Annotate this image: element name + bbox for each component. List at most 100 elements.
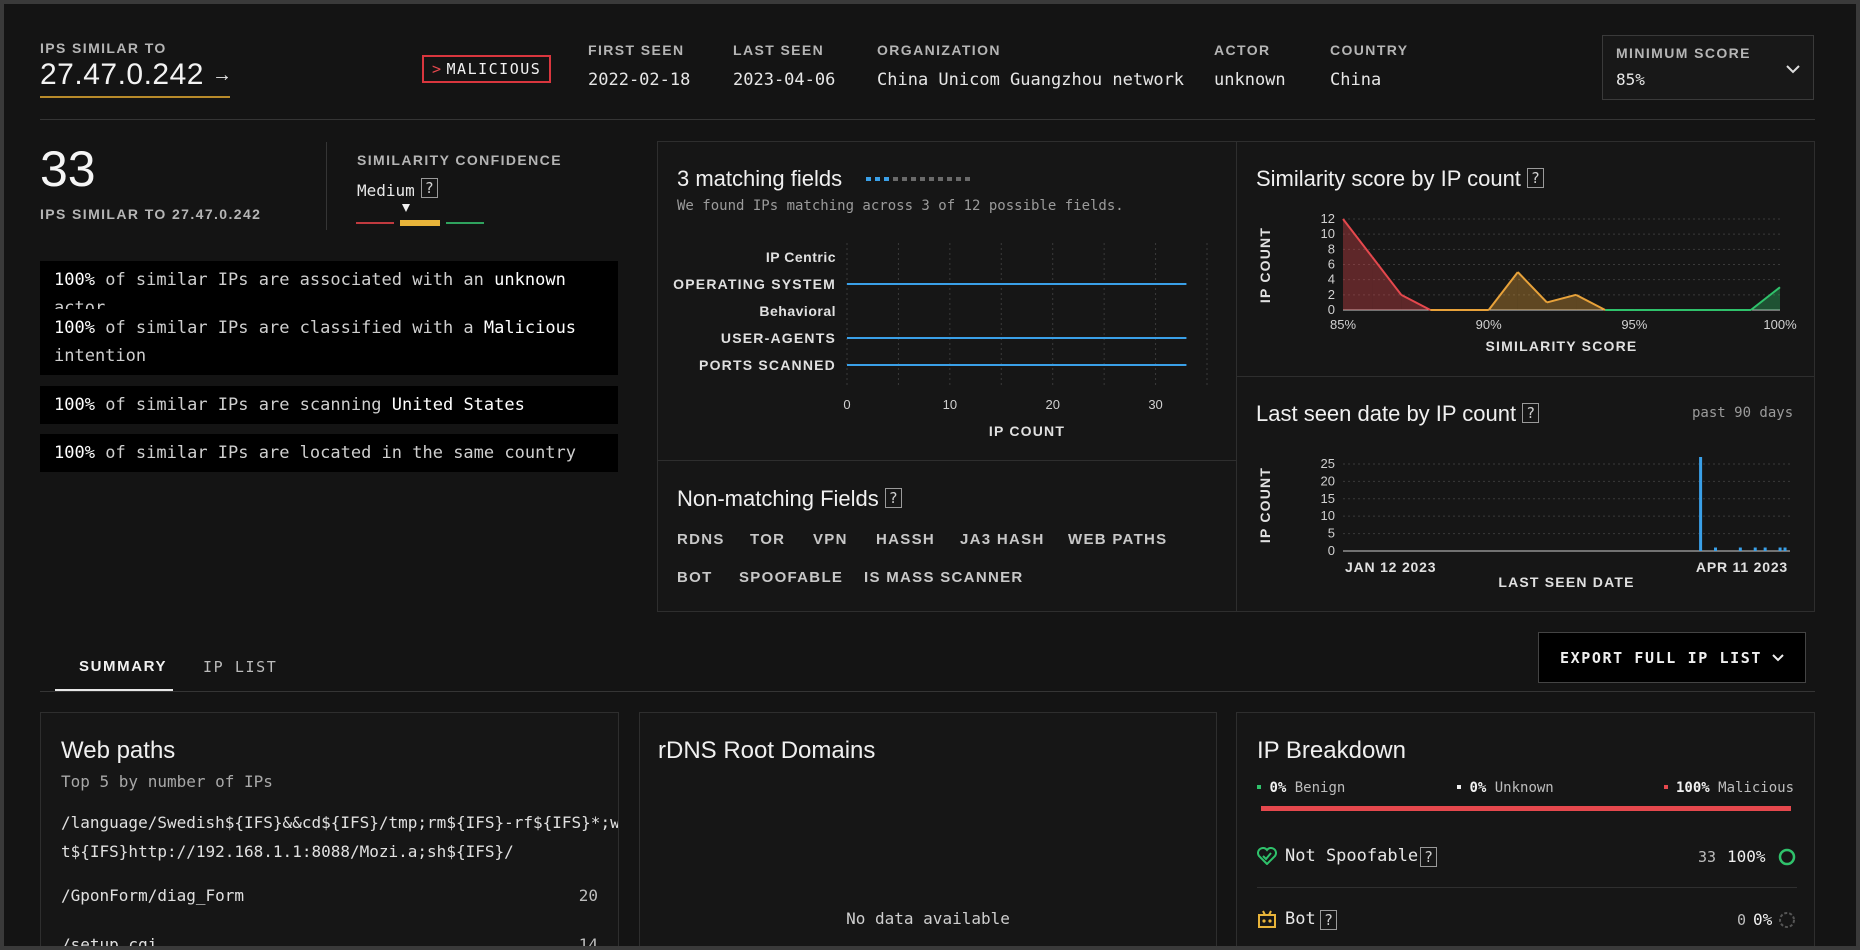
y-tick-label: 5	[1328, 526, 1335, 541]
y-tick-label: 20	[1321, 473, 1335, 488]
actor-value: unknown	[1214, 70, 1286, 90]
not-spoofable-label: Not Spoofable	[1285, 846, 1418, 866]
target-ip: 27.47.0.242	[40, 58, 204, 92]
export-ip-list-button[interactable]: EXPORT FULL IP LIST	[1538, 632, 1806, 683]
benign-pct: 0%	[1269, 780, 1286, 796]
chevron-down-icon	[1786, 64, 1800, 74]
stat-emphasis: unknown	[494, 270, 566, 290]
category-label: USER-AGENTS	[721, 330, 836, 346]
stat-pct: 100%	[54, 318, 95, 338]
category-label: OPERATING SYSTEM	[673, 276, 836, 292]
unmatched-field-dot	[956, 177, 961, 181]
tab-ip-list[interactable]: IP LIST	[203, 658, 277, 676]
non-matching-field: JA3 HASH	[960, 531, 1045, 548]
unmatched-field-dot	[965, 177, 970, 181]
unmatched-field-dot	[929, 177, 934, 181]
organization-value: China Unicom Guangzhou network	[877, 70, 1184, 90]
matching-fields-dots	[866, 175, 981, 183]
malicious-bar-fill	[1261, 806, 1791, 811]
minimum-score-select[interactable]: MINIMUM SCORE 85%	[1602, 35, 1814, 100]
last-seen-title-text: Last seen date by IP count	[1256, 401, 1516, 426]
stat-row: 100% of similar IPs are classified with …	[40, 309, 618, 375]
x-tick-label: 100%	[1763, 317, 1797, 332]
y-tick-label: 0	[1328, 543, 1335, 558]
similarity-confidence-label: SIMILARITY CONFIDENCE	[357, 152, 562, 168]
malicious-legend: 100% Malicious	[1664, 780, 1794, 796]
category-label: Behavioral	[759, 303, 836, 319]
malicious-dot-icon	[1664, 785, 1668, 789]
web-path-item[interactable]: /GponForm/diag_Form	[61, 886, 244, 905]
not-spoofable-row[interactable]: Not Spoofable ? 33 100%	[1257, 843, 1797, 879]
minimum-score-label: MINIMUM SCORE	[1616, 45, 1751, 61]
organization-label: ORGANIZATION	[877, 42, 1001, 58]
rdns-card: rDNS Root Domains No data available	[639, 712, 1217, 950]
benign-legend: 0% Benign	[1257, 780, 1345, 796]
tab-summary[interactable]: SUMMARY	[79, 658, 167, 675]
unmatched-field-dot	[893, 177, 898, 181]
non-matching-title-text: Non-matching Fields	[677, 486, 879, 511]
matching-fields-title: 3 matching fields	[677, 166, 842, 192]
web-path-item[interactable]: /setup.cgi	[61, 935, 157, 950]
progress-ring-icon	[1778, 911, 1796, 929]
non-matching-field: WEB PATHS	[1068, 531, 1167, 548]
bar	[1739, 548, 1742, 551]
bar	[1754, 548, 1757, 551]
web-path-item[interactable]: /language/Swedish${IFS}&&cd${IFS}/tmp;rm…	[61, 808, 619, 866]
x-tick-label: 90%	[1476, 317, 1502, 332]
non-matching-title: Non-matching Fields?	[677, 486, 902, 512]
category-label: PORTS SCANNED	[699, 357, 836, 373]
not-spoofable-pct: 100%	[1727, 847, 1766, 866]
stat-text: of similar IPs are associated with an	[105, 270, 484, 290]
stat-row: 100% of similar IPs are scanning United …	[40, 386, 618, 424]
similarity-score-title-text: Similarity score by IP count	[1256, 166, 1521, 191]
help-icon[interactable]: ?	[421, 178, 438, 198]
unmatched-field-dot	[911, 177, 916, 181]
country-label: COUNTRY	[1330, 42, 1409, 58]
first-seen-label: FIRST SEEN	[588, 42, 684, 58]
stat-text: of similar IPs are classified with a	[105, 318, 473, 338]
x-tick-label: APR 11 2023	[1696, 559, 1788, 575]
x-axis-title: IP COUNT	[989, 423, 1065, 439]
arrow-right-icon: →	[212, 64, 232, 87]
stat-pct: 100%	[54, 395, 95, 415]
x-tick-label: 30	[1148, 397, 1162, 412]
not-spoofable-count: 33	[1698, 848, 1716, 866]
export-button-label: EXPORT FULL IP LIST	[1560, 649, 1762, 667]
help-icon[interactable]: ?	[1420, 847, 1437, 867]
target-ip-underline	[40, 96, 230, 98]
help-icon[interactable]: ?	[1522, 403, 1539, 423]
tabs-divider	[40, 691, 1815, 692]
help-icon[interactable]: ?	[1320, 910, 1337, 930]
confidence-low-segment	[356, 222, 394, 224]
confidence-text: Medium	[357, 181, 415, 200]
x-axis-title: SIMILARITY SCORE	[1486, 338, 1638, 354]
confidence-meter	[356, 202, 486, 228]
matched-field-dot	[875, 177, 880, 181]
y-tick-label: 10	[1321, 508, 1335, 523]
x-tick-label: 20	[1045, 397, 1059, 412]
x-tick-label: 85%	[1330, 317, 1356, 332]
bot-row[interactable]: Bot ? 0 0%	[1257, 906, 1797, 942]
stat-text: of similar IPs are scanning	[105, 395, 381, 415]
area-segment	[1547, 295, 1576, 310]
non-matching-field: RDNS	[677, 531, 725, 548]
target-ip-link[interactable]: 27.47.0.242 →	[40, 58, 232, 92]
breakdown-bar	[1261, 806, 1791, 811]
stat-pct: 100%	[54, 270, 95, 290]
classification-badge: >MALICIOUS	[422, 55, 551, 83]
chevron-right-icon: >	[432, 60, 443, 78]
non-matching-field: BOT	[677, 569, 713, 586]
ip-breakdown-title: IP Breakdown	[1257, 737, 1406, 765]
stat-text: of similar IPs are located in the same c…	[105, 443, 576, 463]
web-paths-subtitle: Top 5 by number of IPs	[61, 772, 273, 791]
help-icon[interactable]: ?	[885, 488, 902, 508]
similar-ip-caption: IPS SIMILAR TO 27.47.0.242	[40, 206, 261, 222]
y-tick-label: 10	[1321, 226, 1335, 241]
help-icon[interactable]: ?	[1527, 168, 1544, 188]
bot-label: Bot	[1285, 909, 1316, 929]
matching-fields-subtitle: We found IPs matching across 3 of 12 pos…	[677, 198, 1124, 214]
rdns-empty-message: No data available	[640, 909, 1216, 928]
benign-label: Benign	[1295, 780, 1346, 796]
last-seen-chart: 0510152025JAN 12 2023APR 11 2023LAST SEE…	[1250, 445, 1810, 595]
stat-emphasis: United States	[392, 395, 525, 415]
